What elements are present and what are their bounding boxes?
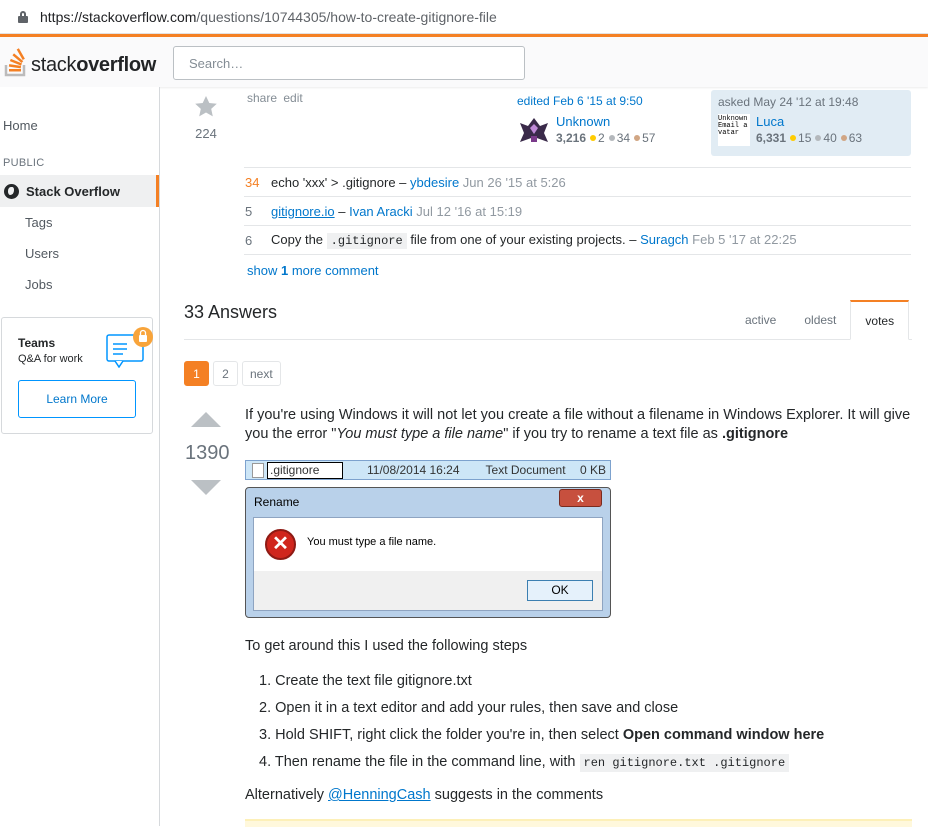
sidebar-item-label: Stack Overflow: [26, 183, 120, 199]
comment: 34 echo 'xxx' > .gitignore – ybdesire Ju…: [244, 168, 911, 197]
edit-link[interactable]: edit: [283, 91, 302, 105]
comment-list: 34 echo 'xxx' > .gitignore – ybdesire Ju…: [244, 167, 911, 255]
upvote-arrow-icon[interactable]: [191, 412, 221, 427]
dialog-message: You must type a file name.: [307, 536, 437, 548]
dialog-title: Rename: [254, 495, 300, 509]
list-item: 3. Hold SHIFT, right click the folder yo…: [259, 727, 825, 743]
favorite-count: 224: [195, 126, 217, 141]
main-content: 224 share edit edited Feb 6 '15 at 9:50 …: [160, 87, 928, 827]
rename-dialog-screenshot: Rename x ✕ You must type a file name. OK: [245, 487, 611, 618]
answers-heading: 33 Answers: [184, 302, 278, 322]
list-item: 4. Then rename the file in the command l…: [259, 753, 824, 780]
sidebar-item-jobs[interactable]: Jobs: [25, 277, 52, 292]
avatar[interactable]: Unknown Email avatar: [718, 114, 750, 146]
file-size: 0 KB: [579, 463, 606, 477]
tab-votes[interactable]: votes: [850, 300, 910, 340]
sidebar-item-tags[interactable]: Tags: [25, 215, 52, 230]
comment-user[interactable]: Ivan Aracki: [349, 204, 413, 219]
ok-button: OK: [527, 580, 593, 601]
comment-link[interactable]: gitignore.io: [271, 204, 335, 219]
asked-time: asked May 24 '12 at 19:48: [718, 95, 859, 109]
comment-score: 6: [245, 232, 253, 248]
editor-card: Unknown 3,216 2 34 57: [518, 114, 655, 146]
file-type: Text Document: [485, 463, 566, 477]
sidebar-section-public: PUBLIC: [3, 157, 45, 169]
answer-paragraph-1: If you're using Windows it will not let …: [245, 407, 911, 442]
pagination: 1 2 next: [184, 361, 285, 386]
sidebar-item-users[interactable]: Users: [25, 246, 59, 261]
comment-body: Copy the .gitignore file from one of you…: [271, 232, 797, 249]
learn-more-button[interactable]: Learn More: [18, 380, 136, 418]
teams-title: Teams: [18, 336, 56, 350]
edited-time[interactable]: edited Feb 6 '15 at 9:50: [517, 94, 707, 108]
error-icon: ✕: [265, 529, 296, 560]
page-2[interactable]: 2: [213, 361, 238, 386]
stackoverflow-logo[interactable]: stackoverflow: [4, 47, 156, 77]
left-sidebar: Home PUBLIC Stack Overflow Tags Users Jo…: [0, 87, 160, 826]
logo-wordmark: stackoverflow: [31, 54, 157, 76]
comment-score: 5: [245, 203, 253, 219]
teams-subtitle: Q&A for work: [18, 353, 83, 365]
comment-user[interactable]: Suragch: [640, 232, 688, 247]
answer-paragraph-2: To get around this I used the following …: [245, 638, 528, 654]
downvote-arrow-icon[interactable]: [191, 480, 221, 495]
page-next[interactable]: next: [242, 361, 281, 386]
post-menu: share edit: [247, 91, 306, 105]
list-item: 2. Open it in a text editor and add your…: [259, 700, 679, 716]
browser-url-bar[interactable]: https://stackoverflow.com/questions/1074…: [0, 0, 928, 34]
sidebar-item-stack-overflow[interactable]: Stack Overflow: [0, 175, 159, 207]
asker-card: Unknown Email avatar Luca 6,331 15 40 63: [718, 114, 862, 146]
editor-reputation: 3,216 2 34 57: [556, 131, 656, 145]
share-link[interactable]: share: [247, 91, 277, 105]
comment-user[interactable]: ybdesire: [410, 175, 459, 190]
asker-reputation: 6,331 15 40 63: [756, 131, 863, 145]
page-1[interactable]: 1: [184, 361, 209, 386]
comment: 5 gitignore.io – Ivan Aracki Jul 12 '16 …: [244, 197, 911, 226]
search-input[interactable]: Search…: [173, 46, 525, 80]
sidebar-item-home[interactable]: Home: [3, 118, 38, 133]
steps-list: 1. Create the text file gitignore.txt 2.…: [259, 672, 824, 780]
tab-active[interactable]: active: [731, 300, 791, 340]
teams-illustration-icon: [106, 327, 153, 368]
comment-score: 34: [245, 174, 260, 190]
comment-body: echo 'xxx' > .gitignore – ybdesire Jun 2…: [271, 174, 566, 190]
mention-link[interactable]: @HenningCash: [328, 787, 431, 803]
asker-signature: asked May 24 '12 at 19:48 Unknown Email …: [711, 90, 911, 156]
explorer-screenshot-row: .gitignore 11/08/2014 16:24 Text Documen…: [245, 460, 611, 480]
teams-promo: Teams Q&A for work Learn More: [1, 317, 153, 434]
editor-name[interactable]: Unknown: [556, 114, 655, 129]
answer-vote-count: 1390: [185, 442, 230, 464]
comment-body: gitignore.io – Ivan Aracki Jul 12 '16 at…: [271, 203, 523, 219]
stack-logo-icon: [4, 48, 26, 77]
editor-signature: edited Feb 6 '15 at 9:50 Unknown 3,216 2 3…: [517, 94, 707, 146]
tab-oldest[interactable]: oldest: [790, 300, 851, 340]
close-icon: x: [559, 489, 602, 507]
comment: 6 Copy the .gitignore file from one of y…: [244, 226, 911, 255]
file-name-box: .gitignore: [267, 461, 343, 479]
dialog-message-area: ✕ You must type a file name.: [254, 518, 602, 571]
file-icon: [252, 462, 264, 478]
lock-icon: [18, 10, 28, 23]
avatar[interactable]: [518, 114, 550, 146]
answer-paragraph-3: Alternatively @HenningCash suggests in t…: [245, 787, 604, 803]
url-text[interactable]: https://stackoverflow.com/questions/1074…: [40, 9, 497, 25]
list-item: 1. Create the text file gitignore.txt: [259, 673, 472, 689]
answer-sort-tabs: active oldest votes: [731, 299, 910, 340]
answer-vote-cell: 1390: [185, 412, 230, 495]
globe-icon: [4, 183, 19, 199]
dialog-body: ✕ You must type a file name. OK: [253, 517, 603, 611]
show-more-comments-link[interactable]: show 1 more comment: [247, 263, 379, 278]
site-header: stackoverflow Search…: [0, 34, 928, 87]
favorite-star-icon[interactable]: [194, 95, 218, 119]
file-date: 11/08/2014 16:24: [367, 463, 460, 477]
asker-name[interactable]: Luca: [756, 114, 862, 129]
